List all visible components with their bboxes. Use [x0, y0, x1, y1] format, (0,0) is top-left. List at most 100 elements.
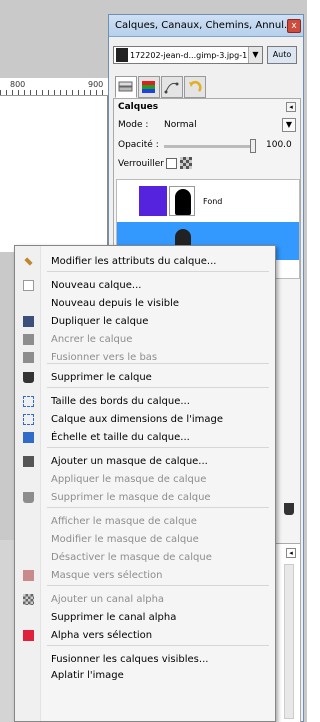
opacity-label: Opacité :	[118, 140, 159, 150]
scale-icon	[15, 428, 41, 446]
scale-icon	[22, 431, 34, 443]
opacity-slider-handle[interactable]	[250, 139, 256, 153]
menu-item-label: Ancrer le calque	[51, 333, 133, 345]
menu-item[interactable]: Ajouter un masque de calque...	[15, 452, 275, 470]
image-selector-value: 172202-jean-d...gimp-3.jpg-1	[130, 50, 248, 60]
layer-row-fond[interactable]: Fond	[117, 182, 299, 220]
menu-item-icon-slot	[15, 470, 41, 488]
pencil-icon	[23, 256, 33, 266]
menu-item-label: Échelle et taille du calque...	[51, 431, 190, 443]
menu-item[interactable]: Dupliquer le calque	[15, 312, 275, 330]
trash-icon	[22, 371, 34, 383]
opacity-value[interactable]: 100.0	[266, 140, 292, 150]
layer-context-menu: Modifier les attributs du calque... Nouve…	[14, 245, 276, 722]
undo-history-icon	[189, 80, 202, 92]
mask-to-selection-icon	[15, 566, 41, 584]
trash-icon	[15, 368, 41, 386]
menu-item-label: Supprimer le calque	[51, 371, 152, 383]
menu-item[interactable]: Modifier le masque de calque	[15, 530, 275, 548]
new-page-icon	[15, 276, 41, 294]
resize-border-icon	[15, 392, 41, 410]
menu-item-icon-slot	[15, 608, 41, 626]
menu-item[interactable]: Calque aux dimensions de l'image	[15, 410, 275, 428]
anchor-icon	[15, 330, 41, 348]
menu-separator	[47, 645, 269, 646]
menu-item[interactable]: Échelle et taille du calque...	[15, 428, 275, 446]
panel-menu-icon[interactable]: ◂	[286, 548, 296, 558]
menu-separator	[47, 363, 269, 364]
alpha-to-selection-icon	[15, 626, 41, 644]
panel-menu-icon[interactable]: ◂	[286, 102, 296, 112]
add-mask-icon	[22, 455, 34, 467]
menu-item-label: Fusionner vers le bas	[51, 351, 158, 363]
menu-item[interactable]: Ancrer le calque	[15, 330, 275, 348]
menu-item[interactable]: Supprimer le canal alpha	[15, 608, 275, 626]
menu-item[interactable]: Taille des bords du calque...	[15, 392, 275, 410]
menu-item-icon-slot	[15, 666, 41, 684]
menu-item-label: Modifier le masque de calque	[51, 533, 199, 545]
fit-image-icon	[15, 410, 41, 428]
layer-name: Fond	[203, 196, 223, 206]
layer-mask-thumbnail	[169, 186, 195, 216]
chevron-down-icon[interactable]: ▼	[282, 118, 296, 132]
dock-title: Calques, Canaux, Chemins, Annul...	[115, 20, 287, 31]
menu-item-label: Modifier les attributs du calque...	[51, 255, 217, 267]
menu-item[interactable]: Supprimer le masque de calque	[15, 488, 275, 506]
menu-item[interactable]: Ajouter un canal alpha	[15, 590, 275, 608]
ruler-label-900: 900	[88, 80, 104, 89]
menu-item-label: Afficher le masque de calque	[51, 515, 197, 527]
menu-item[interactable]: Supprimer le calque	[15, 368, 275, 386]
duplicate-icon	[22, 315, 34, 327]
menu-item[interactable]: Aplatir l'image	[15, 666, 275, 684]
menu-item[interactable]: Nouveau calque...	[15, 276, 275, 294]
menu-item[interactable]: Alpha vers sélection	[15, 626, 275, 644]
brushes-scrollbar[interactable]	[284, 564, 294, 719]
menu-separator	[47, 271, 269, 272]
pencil-icon	[15, 252, 41, 270]
tab-paths[interactable]	[161, 76, 183, 98]
menu-item[interactable]: Appliquer le masque de calque	[15, 470, 275, 488]
menu-item-label: Désactiver le masque de calque	[51, 551, 212, 563]
trash-icon	[22, 491, 34, 503]
image-selector-row: 172202-jean-d...gimp-3.jpg-1 ▼ Auto	[113, 45, 301, 65]
tab-channels[interactable]	[138, 76, 160, 98]
menu-item-icon-slot	[15, 512, 41, 530]
menu-item-label: Ajouter un canal alpha	[51, 593, 165, 605]
menu-item[interactable]: Masque vers sélection	[15, 566, 275, 584]
tab-undo-history[interactable]	[184, 76, 206, 98]
tab-layers[interactable]	[115, 76, 137, 98]
menu-separator	[47, 507, 269, 508]
duplicate-icon	[15, 312, 41, 330]
anchor-icon	[22, 333, 34, 345]
image-selector[interactable]: 172202-jean-d...gimp-3.jpg-1 ▼	[113, 46, 263, 64]
menu-item-label: Ajouter un masque de calque...	[51, 455, 208, 467]
menu-item-label: Dupliquer le calque	[51, 315, 149, 327]
image-canvas[interactable]	[0, 96, 108, 252]
menu-item-label: Nouveau calque...	[51, 279, 142, 291]
ruler-label-800: 800	[10, 80, 26, 89]
menu-item-icon-slot	[15, 548, 41, 566]
delete-layer-icon[interactable]	[284, 503, 294, 515]
horizontal-ruler: 800 900	[0, 78, 108, 96]
menu-item-icon-slot	[15, 530, 41, 548]
alpha-checker-icon	[15, 590, 41, 608]
layer-thumbnail	[139, 186, 167, 216]
menu-item[interactable]: Désactiver le masque de calque	[15, 548, 275, 566]
lock-alpha-icon[interactable]	[180, 157, 192, 169]
menu-item[interactable]: Modifier les attributs du calque...	[15, 252, 275, 270]
close-button[interactable]: x	[287, 18, 301, 33]
alpha-to-selection-icon	[22, 629, 34, 641]
image-thumbnail	[116, 48, 128, 62]
lock-label: Verrouiller :	[118, 159, 170, 169]
menu-item-label: Aplatir l'image	[51, 669, 124, 681]
auto-button[interactable]: Auto	[267, 46, 297, 64]
lock-pixels-checkbox[interactable]	[166, 158, 177, 169]
mode-select[interactable]: Normal	[164, 120, 197, 130]
dock-tabs	[115, 76, 207, 98]
channels-icon	[142, 81, 155, 93]
menu-item[interactable]: Nouveau depuis le visible	[15, 294, 275, 312]
chevron-down-icon[interactable]: ▼	[248, 47, 262, 63]
opacity-slider[interactable]	[164, 145, 254, 148]
menu-item[interactable]: Afficher le masque de calque	[15, 512, 275, 530]
dock-titlebar[interactable]: Calques, Canaux, Chemins, Annul... x	[109, 15, 303, 37]
